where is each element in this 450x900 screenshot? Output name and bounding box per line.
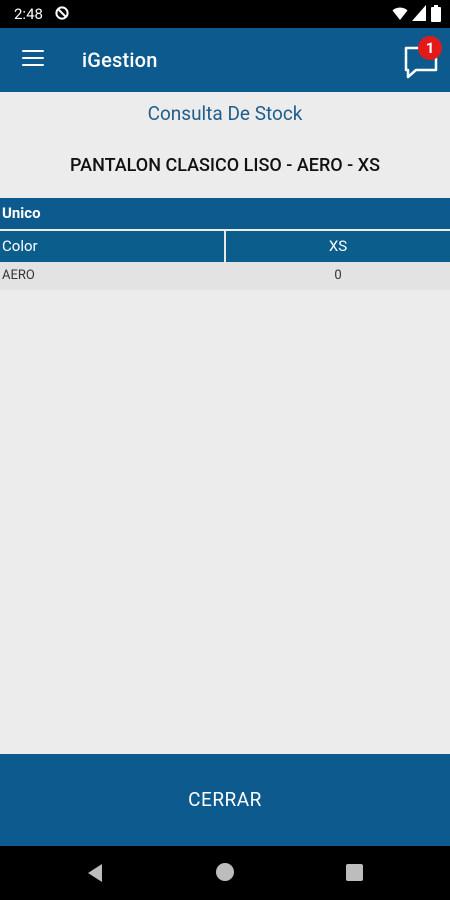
close-button[interactable]: CERRAR <box>0 754 450 846</box>
column-header-size: XS <box>328 237 348 255</box>
wifi-icon <box>392 7 408 20</box>
system-nav-bar <box>0 846 450 900</box>
cell-signal-icon <box>412 5 426 21</box>
home-icon[interactable] <box>216 863 234 881</box>
back-icon[interactable] <box>86 863 104 883</box>
table-row: AERO 0 <box>0 262 450 290</box>
page-title: Consulta De Stock <box>147 102 303 125</box>
status-time: 2:48 <box>14 5 43 23</box>
notification-badge: 1 <box>418 36 442 60</box>
product-name: PANTALON CLASICO LISO - AERO - XS <box>69 155 380 176</box>
app-bar: iGestion 1 <box>0 28 450 92</box>
recents-icon[interactable] <box>346 864 363 881</box>
battery-icon <box>431 5 441 22</box>
app-title: iGestion <box>82 48 158 72</box>
table-header: Color XS <box>0 231 450 262</box>
cell-stock: 0 <box>334 268 342 283</box>
table-section-header: Unico <box>0 198 450 229</box>
menu-icon[interactable] <box>22 50 44 68</box>
status-bar: 2:48 <box>0 0 450 28</box>
cell-color: AERO <box>2 268 35 283</box>
column-header-color: Color <box>2 237 38 255</box>
do-not-disturb-icon <box>55 6 69 20</box>
